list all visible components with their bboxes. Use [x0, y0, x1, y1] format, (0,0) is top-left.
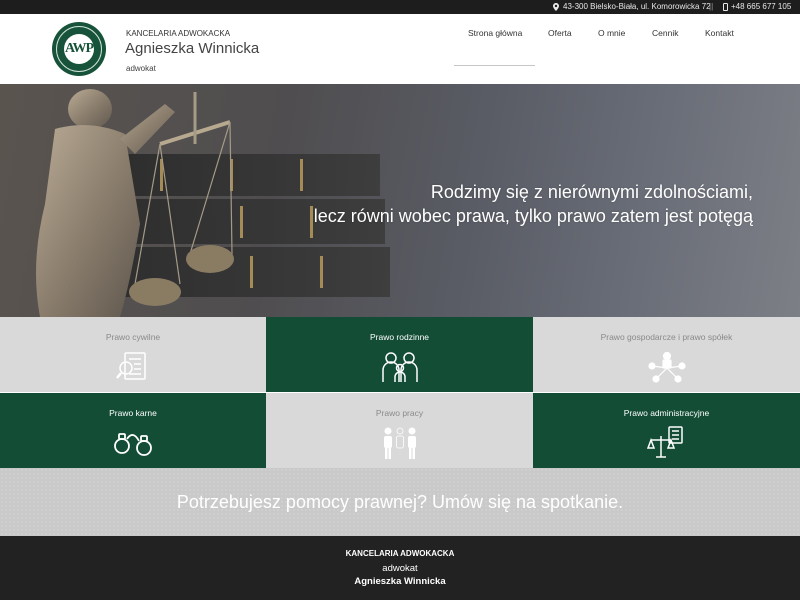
footer-name: Agnieszka Winnicka [354, 576, 446, 587]
site-header: AWP KANCELARIA ADWOKACKA Agnieszka Winni… [0, 14, 800, 84]
practice-tile-label: Prawo karne [109, 408, 157, 418]
top-contact-bar: 43-300 Bielsko-Biała, ul. Komorowicka 72… [0, 0, 800, 14]
family-icon [381, 352, 418, 382]
practice-tile-label: Prawo administracyjne [623, 408, 710, 418]
logo-ring [56, 26, 102, 72]
cta-text: Potrzebujesz pomocy prawnej? Umów się na… [176, 491, 624, 512]
scales-document-icon [646, 426, 683, 458]
business-network-icon [647, 351, 686, 383]
practice-tile-label: Prawo rodzinne [369, 332, 430, 342]
lawyer-name[interactable]: Agnieszka Winnicka [125, 40, 259, 57]
logo[interactable]: AWP [52, 22, 106, 76]
office-label: KANCELARIA ADWOKACKA [126, 29, 231, 38]
nav-active-indicator [454, 65, 535, 66]
lawyer-role: adwokat [126, 64, 156, 73]
hero-banner: Rodzimy się z nierównymi zdolnościami, l… [0, 84, 800, 317]
nav-item-home[interactable]: Strona główna [468, 28, 522, 38]
handcuffs-icon [114, 433, 152, 456]
phone-text: +48 665 677 105 [731, 2, 792, 11]
topbar-separator: || [709, 2, 714, 11]
location-pin-icon [553, 2, 559, 11]
nav-item-contact[interactable]: Kontakt [705, 28, 734, 38]
address[interactable]: 43-300 Bielsko-Biała, ul. Komorowicka 72 [553, 2, 711, 11]
hero-quote: Rodzimy się z nierównymi zdolnościami, l… [314, 180, 753, 228]
practice-tile-criminal[interactable]: Prawo karne [0, 393, 266, 468]
footer-role: adwokat [382, 563, 418, 574]
phone[interactable]: +48 665 677 105 [723, 2, 791, 11]
address-text: 43-300 Bielsko-Biała, ul. Komorowicka 72 [563, 2, 711, 11]
nav-item-pricing[interactable]: Cennik [652, 28, 678, 38]
practice-tile-label: Prawo cywilne [105, 332, 161, 342]
appointment-cta[interactable]: Potrzebujesz pomocy prawnej? Umów się na… [0, 468, 800, 536]
practice-tile-business[interactable]: Prawo gospodarcze i prawo spółek [533, 317, 800, 392]
practice-tile-label: Prawo gospodarcze i prawo spółek [600, 332, 733, 342]
practice-tile-labor[interactable]: Prawo pracy [266, 393, 533, 468]
nav-item-offer[interactable]: Oferta [548, 28, 572, 38]
workers-icon [383, 427, 416, 459]
practice-tile-label: Prawo pracy [375, 408, 424, 418]
hero-quote-line1: Rodzimy się z nierównymi zdolnościami, [430, 182, 753, 202]
practice-tile-civil[interactable]: Prawo cywilne [0, 317, 266, 392]
phone-icon [723, 2, 728, 11]
site-footer: KANCELARIA ADWOKACKA adwokat Agnieszka W… [0, 536, 800, 600]
document-magnifier-icon [116, 352, 146, 380]
practice-tile-administrative[interactable]: Prawo administracyjne [533, 393, 800, 468]
hero-quote-line2: lecz równi wobec prawa, tylko prawo zate… [313, 206, 753, 226]
practice-tile-family[interactable]: Prawo rodzinne [266, 317, 533, 392]
footer-office-label: KANCELARIA ADWOKACKA [345, 549, 455, 558]
nav-item-about[interactable]: O mnie [598, 28, 625, 38]
